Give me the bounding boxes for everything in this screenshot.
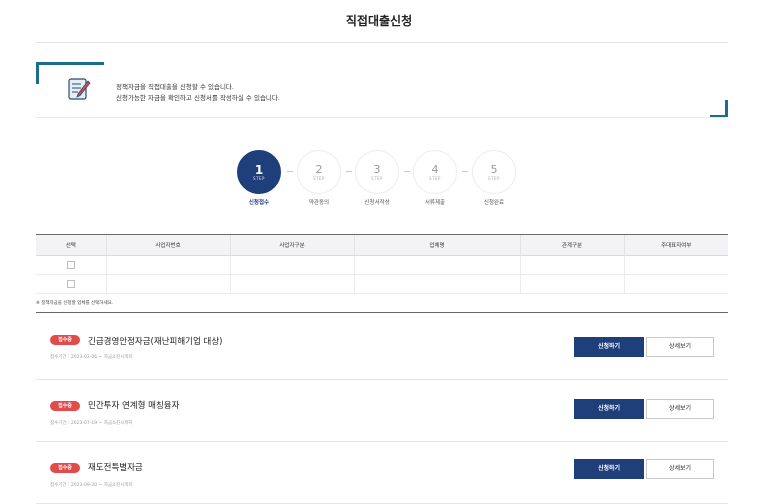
notice-corner-left [36,62,39,84]
page-title: 직접대출신청 [345,14,413,28]
table-cell [519,255,624,275]
table-cell [623,274,728,294]
step-caption: STEP [488,175,500,181]
detail-button[interactable]: 상세보기 [646,459,714,479]
step-5: 5 STEP 신청완료 [471,150,517,206]
col-main-representative: 주대표자여부 [623,234,728,256]
table-cell [105,255,230,275]
step-circle: 1 STEP [237,150,281,194]
list-divider [36,312,728,313]
apply-button[interactable]: 신청하기 [574,399,644,419]
step-indicator: 1 STEP 신청접수 2 STEP 약관동의 3 STEP 신청서작성 4 S… [230,150,530,210]
step-number: 2 [315,162,323,176]
row-checkbox[interactable] [66,280,75,288]
table-cell [229,255,354,275]
step-caption: STEP [253,175,265,181]
table-row [36,274,728,294]
business-table: 선택 사업자번호 사업자구분 업체명 관계구분 주대표자여부 [36,234,728,294]
notice-line-2: 신청가능한 자금을 확인하고 신청서를 작성하실 수 있습니다. [116,94,280,102]
list-item: 접수중 민간투자 연계형 매칭융자 접수기간 : 2023-07-19 ~ 자금… [36,380,728,442]
step-4: 4 STEP 서류제출 [412,150,458,206]
notice-bottom-line [36,117,728,118]
table-cell [353,255,520,275]
step-number: 5 [490,162,498,176]
notice-corner-top [36,62,104,65]
col-company-name: 업체명 [353,234,520,256]
item-period: 접수기간 : 2023-07-19 ~ 자금소진시까지 [50,421,133,426]
step-circle: 3 STEP [355,150,399,194]
step-1: 1 STEP 신청접수 [236,150,282,206]
step-label: 약관동의 [308,200,330,206]
table-header-row: 선택 사업자번호 사업자구분 업체명 관계구분 주대표자여부 [36,234,728,256]
step-circle: 2 STEP [297,150,341,194]
row-checkbox[interactable] [66,261,75,269]
notice-corner-right [725,100,728,118]
item-title: 민간투자 연계형 매칭융자 [88,401,180,411]
col-business-number: 사업자번호 [105,234,230,256]
notice-line-1: 정책자금을 직접대출을 신청할 수 있습니다. [116,83,234,91]
step-caption: STEP [429,175,441,181]
detail-button[interactable]: 상세보기 [646,337,714,357]
step-connector [287,171,293,172]
status-badge: 접수중 [50,463,80,473]
step-2: 2 STEP 약관동의 [296,150,342,206]
item-title: 긴급경영안정자금(재난피해기업 대상) [88,337,223,347]
step-label: 신청접수 [248,200,270,206]
list-item: 접수중 긴급경영안정자금(재난피해기업 대상) 접수기간 : 2023-02-0… [36,318,728,380]
table-cell [105,274,230,294]
step-caption: STEP [371,175,383,181]
step-circle: 4 STEP [413,150,457,194]
table-cell [519,274,624,294]
title-divider [36,42,728,43]
step-label: 신청서작성 [364,200,390,206]
step-number: 3 [373,162,381,176]
item-period: 접수기간 : 2023-02-06 ~ 자금소진시까지 [50,355,133,360]
step-number: 4 [431,162,439,176]
step-3: 3 STEP 신청서작성 [354,150,400,206]
item-title: 재도전특별자금 [88,463,143,473]
step-caption: STEP [313,175,325,181]
form-write-icon [68,78,91,100]
table-cell [229,274,354,294]
status-badge: 접수중 [50,335,80,345]
step-label: 서류제출 [424,200,446,206]
table-row [36,255,728,275]
col-business-type: 사업자구분 [229,234,354,256]
step-connector [404,171,410,172]
table-note: ※ 정책자금을 신청할 업체를 선택하세요. [36,301,114,306]
apply-button[interactable]: 신청하기 [574,337,644,357]
step-number: 1 [254,162,264,177]
status-badge: 접수중 [50,401,80,411]
table-cell [623,255,728,275]
col-select: 선택 [36,234,106,256]
list-item: 접수중 재도전특별자금 접수기간 : 2023-09-20 ~ 자금소진시까지 … [36,442,728,504]
item-period: 접수기간 : 2023-09-20 ~ 자금소진시까지 [50,483,133,488]
notice-box: 정책자금을 직접대출을 신청할 수 있습니다. 신청가능한 자금을 확인하고 신… [36,62,728,118]
apply-button[interactable]: 신청하기 [574,459,644,479]
table-cell [353,274,520,294]
detail-button[interactable]: 상세보기 [646,399,714,419]
col-relation: 관계구분 [519,234,624,256]
step-circle: 5 STEP [472,150,516,194]
step-connector [346,171,352,172]
step-connector [462,171,468,172]
step-label: 신청완료 [483,200,505,206]
